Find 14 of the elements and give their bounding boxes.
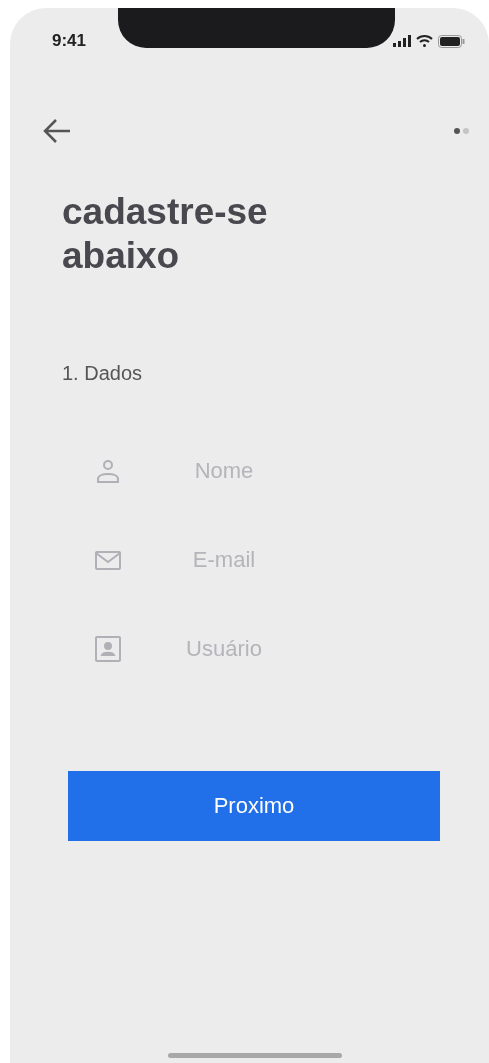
input-field[interactable]: E-mail (152, 546, 296, 574)
wifi-icon (416, 35, 433, 47)
signal-icon (393, 35, 411, 47)
user-card-icon (94, 635, 122, 663)
person-icon (94, 457, 122, 485)
input-field[interactable]: Usuário (152, 635, 296, 663)
back-arrow-icon (42, 118, 72, 144)
page-title: cadastre-se abaixo (62, 190, 269, 278)
status-time: 9:41 (52, 31, 87, 51)
back-button[interactable] (42, 118, 72, 144)
next-button[interactable]: Proximo (68, 771, 440, 841)
input-field[interactable]: Nome (152, 457, 296, 485)
battery-icon (438, 34, 465, 48)
step-label: 1. Dados (62, 362, 144, 385)
